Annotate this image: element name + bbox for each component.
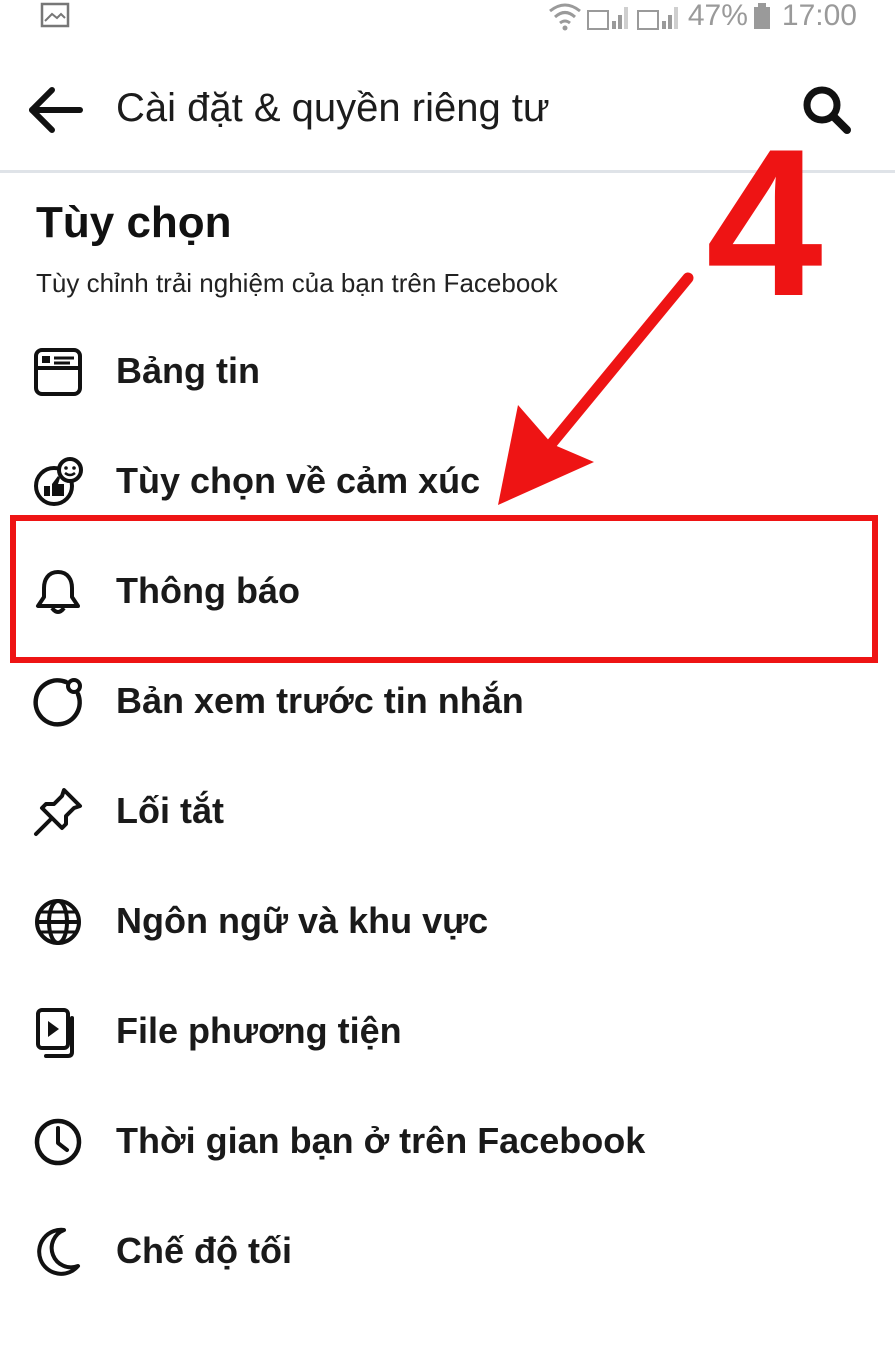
menu-item-shortcuts[interactable]: Lối tắt: [0, 756, 895, 866]
menu-item-label: File phương tiện: [116, 1010, 402, 1051]
page-title: Cài đặt & quyền riêng tư: [116, 86, 550, 130]
menu-item-label: Ngôn ngữ và khu vực: [116, 900, 489, 941]
arrow-left-icon: [29, 87, 83, 133]
moon-icon: [37, 1227, 80, 1276]
menu-item-label: Lối tắt: [116, 790, 224, 831]
signal-icon: [586, 7, 628, 30]
menu-item-time-on-facebook[interactable]: Thời gian bạn ở trên Facebook: [0, 1086, 895, 1196]
menu-item-label: Bảng tin: [116, 350, 260, 391]
globe-icon: [35, 899, 81, 945]
status-indicators: 47% 17:00: [548, 0, 857, 36]
menu-item-dark-mode[interactable]: Chế độ tối: [0, 1196, 895, 1306]
battery-percent: 47%: [687, 0, 748, 32]
menu-item-label: Tùy chọn về cảm xúc: [116, 460, 481, 501]
pin-icon: [34, 788, 82, 836]
bell-icon: [36, 570, 80, 614]
menu-item-label: Chế độ tối: [116, 1230, 292, 1271]
menu-item-label: Bản xem trước tin nhắn: [116, 680, 524, 721]
reactions-icon: [34, 457, 83, 506]
news-feed-icon: [34, 348, 82, 396]
menu-item-reactions[interactable]: Tùy chọn về cảm xúc: [0, 426, 895, 536]
menu-item-label: Thời gian bạn ở trên Facebook: [116, 1120, 646, 1161]
section-subtitle: Tùy chỉnh trải nghiệm của bạn trên Faceb…: [36, 268, 558, 298]
menu-item-language-region[interactable]: Ngôn ngữ và khu vực: [0, 866, 895, 976]
menu-item-label: Thông báo: [116, 570, 300, 611]
menu-item-notifications[interactable]: Thông báo: [0, 536, 895, 646]
battery-icon: [753, 3, 770, 29]
message-preview-icon: [33, 678, 82, 727]
media-file-icon: [36, 1008, 74, 1058]
clock-time: 17:00: [781, 0, 857, 32]
clock-icon: [34, 1118, 82, 1166]
menu-item-message-preview[interactable]: Bản xem trước tin nhắn: [0, 646, 895, 756]
back-button[interactable]: [24, 78, 88, 142]
wifi-icon: [548, 3, 581, 31]
status-bar: 47% 17:00: [0, 0, 895, 40]
menu-item-media-files[interactable]: File phương tiện: [0, 976, 895, 1086]
step-number: 4: [706, 105, 823, 340]
signal-icon: [636, 7, 678, 30]
section-title: Tùy chọn: [36, 198, 232, 247]
gallery-icon: [40, 2, 70, 28]
